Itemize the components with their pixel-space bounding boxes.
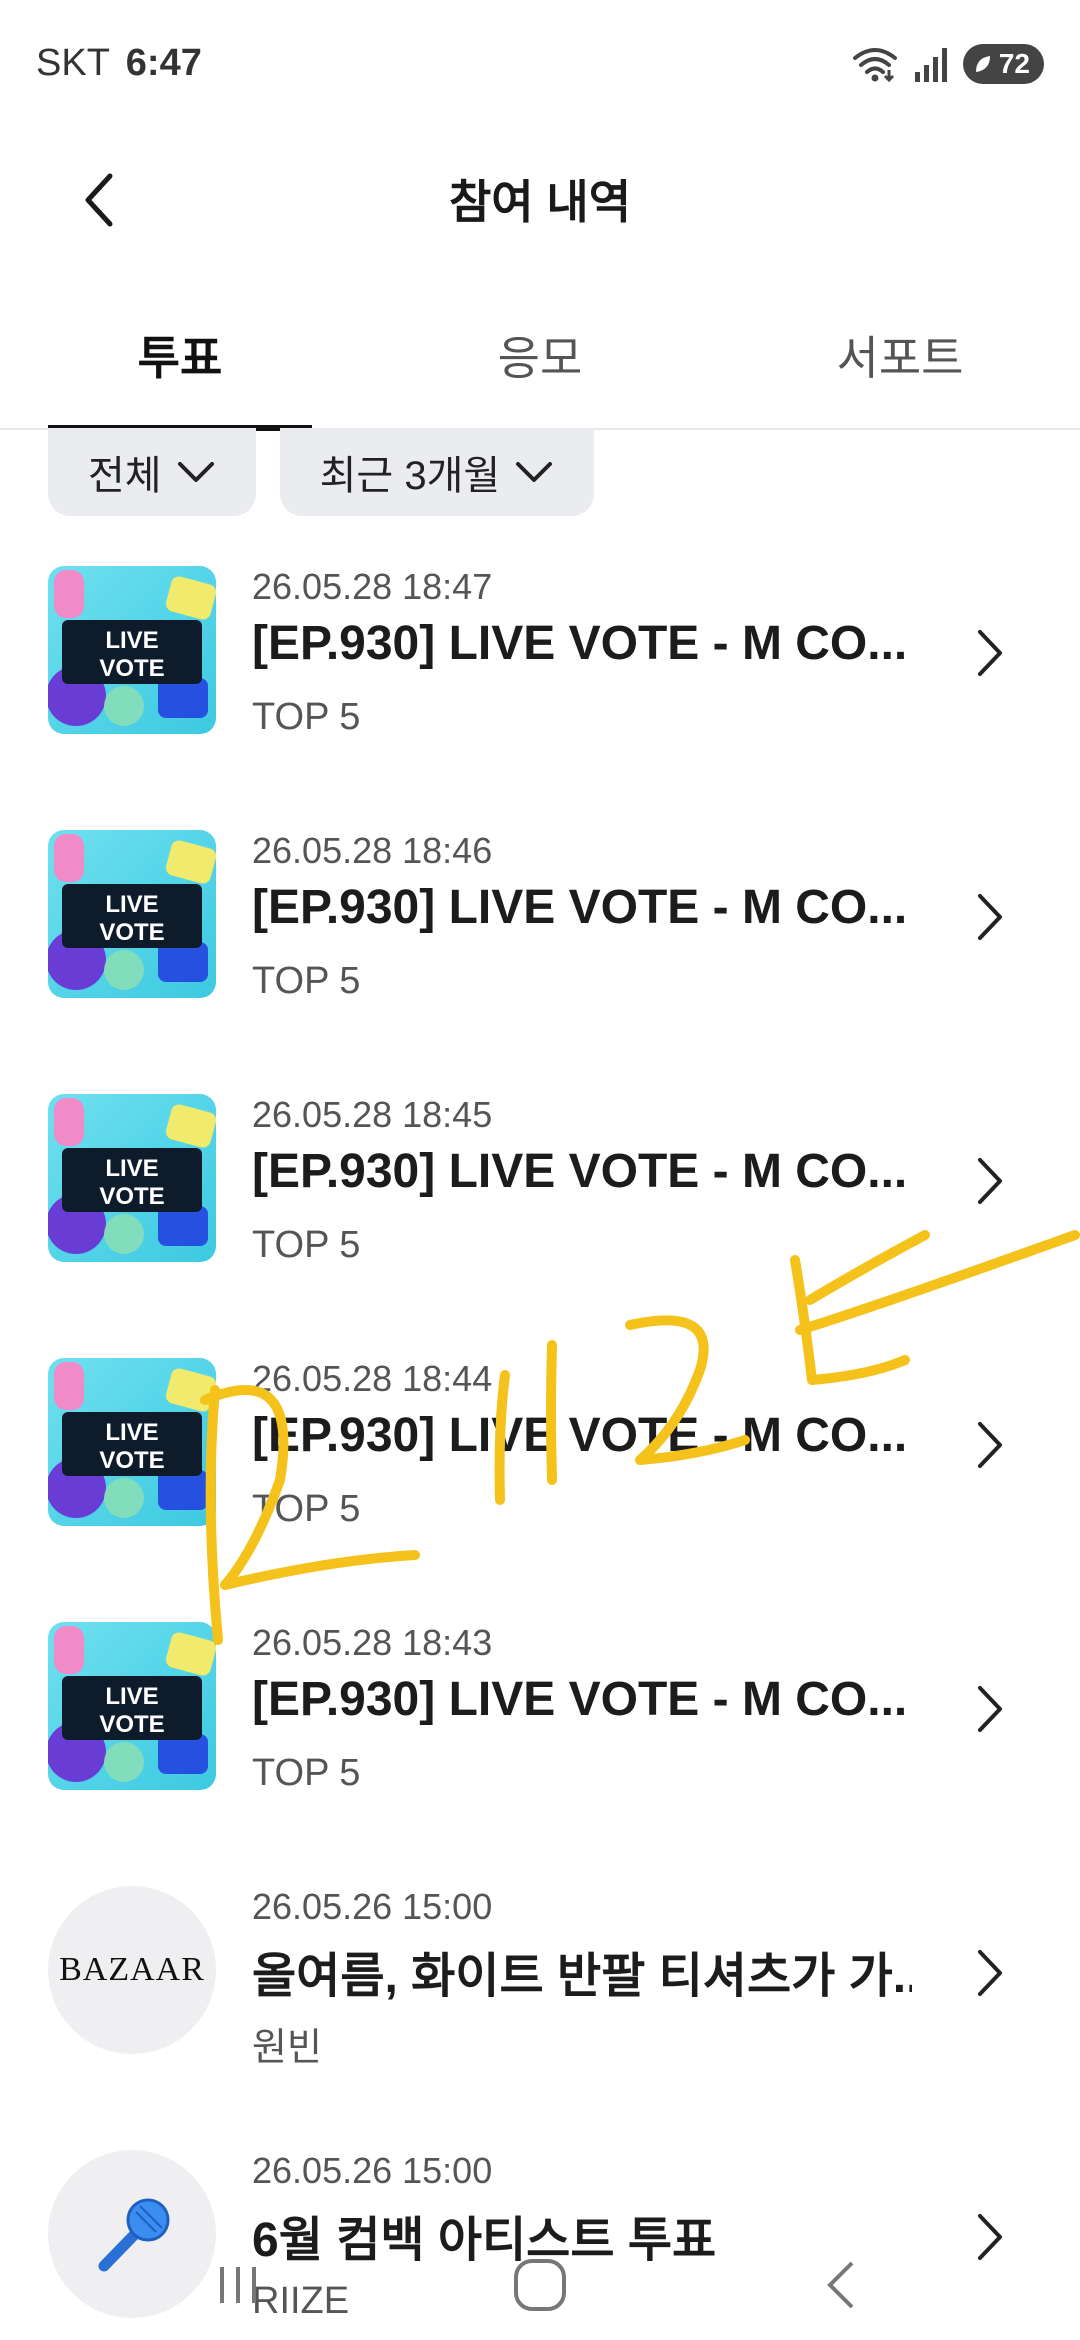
item-subtitle: TOP 5 <box>252 696 361 738</box>
home-icon <box>514 2259 566 2311</box>
live-vote-thumbnail: LIVE VOTE <box>48 1358 216 1526</box>
tab-vote[interactable]: 투표 <box>30 322 330 388</box>
battery-level: 72 <box>998 48 1030 79</box>
list-item[interactable]: LIVE VOTE 26.05.28 18:46 [EP.930] LIVE V… <box>0 830 1080 1094</box>
chevron-right-icon <box>978 1950 1002 1996</box>
live-label: LIVE <box>105 891 158 918</box>
type-filter-dropdown[interactable]: 전체 <box>48 428 256 516</box>
system-nav-bar <box>0 2220 1080 2340</box>
tab-support[interactable]: 서포트 <box>750 322 1050 388</box>
item-date: 26.05.28 18:45 <box>252 1094 493 1135</box>
item-title: 올여름, 화이트 반팔 티셔츠가 가... <box>252 1950 912 2003</box>
live-label: LIVE <box>105 1419 158 1446</box>
chevron-right-icon <box>978 894 1002 940</box>
item-date: 26.05.28 18:44 <box>252 1358 493 1399</box>
live-vote-thumbnail: LIVE VOTE <box>48 830 216 998</box>
item-subtitle: 원빈 <box>252 2027 322 2069</box>
type-filter-label: 전체 <box>88 454 162 498</box>
carrier-label: SKT <box>36 42 110 84</box>
item-title: [EP.930] LIVE VOTE - M CO... <box>252 881 908 934</box>
recents-icon <box>220 2267 256 2303</box>
back-icon <box>827 2261 854 2309</box>
clock: 6:47 <box>125 42 202 84</box>
live-vote-thumbnail: LIVE VOTE <box>48 1622 216 1790</box>
live-vote-thumbnail: LIVE VOTE <box>48 566 216 734</box>
status-right: 72 <box>851 42 1044 86</box>
list-item[interactable]: LIVE VOTE 26.05.28 18:44 [EP.930] LIVE V… <box>0 1358 1080 1622</box>
item-date: 26.05.28 18:46 <box>252 830 493 871</box>
system-back-button[interactable] <box>784 2240 904 2330</box>
item-date: 26.05.28 18:47 <box>252 566 493 607</box>
item-subtitle: TOP 5 <box>252 1488 361 1530</box>
live-vote-thumbnail: LIVE VOTE <box>48 1094 216 1262</box>
item-title: [EP.930] LIVE VOTE - M CO... <box>252 617 908 670</box>
chevron-down-icon <box>177 462 214 482</box>
item-subtitle: TOP 5 <box>252 1752 361 1794</box>
tab-bar: 투표 응모 서포트 <box>0 300 1080 431</box>
bazaar-logo: BAZAAR <box>48 1886 216 2054</box>
item-date: 26.05.28 18:43 <box>252 1622 493 1663</box>
vote-label: VOTE <box>99 655 164 682</box>
item-subtitle: TOP 5 <box>252 960 361 1002</box>
wifi-icon <box>852 48 897 83</box>
app-header: 참여 내역 <box>0 140 1080 250</box>
vote-label: VOTE <box>99 1711 164 1738</box>
screen: SKT 6:47 72 참여 내역 투표 응모 서포트 전체 최근 3개월 LI… <box>0 0 1080 2340</box>
item-subtitle: TOP 5 <box>252 1224 361 1266</box>
chevron-right-icon <box>978 1686 1002 1732</box>
live-label: LIVE <box>105 627 158 654</box>
bazaar-thumbnail: BAZAAR <box>48 1886 216 2054</box>
participation-list: LIVE VOTE 26.05.28 18:47 [EP.930] LIVE V… <box>0 566 1080 2340</box>
vote-label: VOTE <box>99 919 164 946</box>
item-title: [EP.930] LIVE VOTE - M CO... <box>252 1145 908 1198</box>
chevron-right-icon <box>978 1422 1002 1468</box>
item-title: [EP.930] LIVE VOTE - M CO... <box>252 1409 908 1462</box>
list-item[interactable]: LIVE VOTE 26.05.28 18:47 [EP.930] LIVE V… <box>0 566 1080 830</box>
period-filter-label: 최근 3개월 <box>319 454 501 498</box>
vote-label: VOTE <box>99 1183 164 1210</box>
page-title: 참여 내역 <box>448 176 632 228</box>
item-title: [EP.930] LIVE VOTE - M CO... <box>252 1673 908 1726</box>
status-bar: SKT 6:47 72 <box>0 0 1080 130</box>
recents-button[interactable] <box>178 2240 298 2330</box>
list-item[interactable]: LIVE VOTE 26.05.28 18:45 [EP.930] LIVE V… <box>0 1094 1080 1358</box>
list-item[interactable]: LIVE VOTE 26.05.28 18:43 [EP.930] LIVE V… <box>0 1622 1080 1886</box>
item-date: 26.05.26 15:00 <box>252 1886 493 1927</box>
battery-leaf-icon <box>975 56 990 72</box>
chevron-right-icon <box>978 630 1002 676</box>
status-left: SKT 6:47 <box>36 42 202 85</box>
battery-icon: 72 <box>962 44 1044 84</box>
filter-bar: 전체 최근 3개월 <box>48 428 595 516</box>
chevron-right-icon <box>978 1158 1002 1204</box>
vote-label: VOTE <box>99 1447 164 1474</box>
live-label: LIVE <box>105 1683 158 1710</box>
live-label: LIVE <box>105 1155 158 1182</box>
tab-entry[interactable]: 응모 <box>390 322 690 388</box>
home-button[interactable] <box>480 2240 600 2330</box>
signal-icon <box>914 48 947 82</box>
chevron-down-icon <box>516 462 553 482</box>
item-date: 26.05.26 15:00 <box>252 2150 493 2191</box>
list-item[interactable]: BAZAAR 26.05.26 15:00 올여름, 화이트 반팔 티셔츠가 가… <box>0 1886 1080 2150</box>
period-filter-dropdown[interactable]: 최근 3개월 <box>279 428 595 516</box>
